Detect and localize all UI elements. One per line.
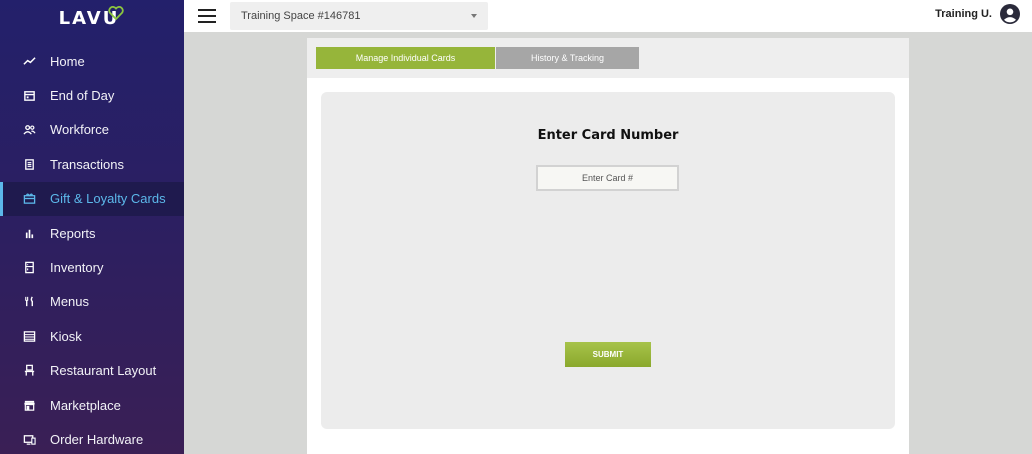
location-select[interactable]: Training Space #146781 [230, 2, 488, 30]
user-menu[interactable]: Training U. [935, 4, 1020, 24]
sidebar: LAVU Home End of Day Workforce Transacti… [0, 0, 184, 454]
storefront-icon [22, 398, 36, 412]
heart-icon [108, 6, 124, 20]
tab-bar: Manage Individual Cards History & Tracki… [307, 38, 909, 78]
fork-knife-icon [22, 295, 36, 309]
sidebar-item-inventory[interactable]: Inventory [0, 250, 184, 284]
sidebar-item-menus[interactable]: Menus [0, 285, 184, 319]
people-icon [22, 123, 36, 137]
tab-history-tracking[interactable]: History & Tracking [496, 47, 639, 69]
devices-icon [22, 432, 36, 446]
chair-icon [22, 364, 36, 378]
sidebar-item-label: Home [50, 53, 85, 69]
sidebar-item-restaurant-layout[interactable]: Restaurant Layout [0, 354, 184, 388]
receipt-icon [22, 157, 36, 171]
card-number-form: Enter Card Number SUBMIT [321, 92, 895, 429]
sidebar-item-label: Kiosk [50, 328, 82, 344]
sidebar-item-label: Inventory [50, 260, 104, 276]
sidebar-item-label: End of Day [50, 88, 115, 104]
sidebar-item-marketplace[interactable]: Marketplace [0, 388, 184, 422]
sidebar-item-label: Reports [50, 225, 96, 241]
sidebar-item-kiosk[interactable]: Kiosk [0, 319, 184, 353]
sidebar-item-label: Transactions [50, 156, 124, 172]
card-number-input[interactable] [536, 165, 679, 191]
hamburger-line [198, 15, 216, 17]
sidebar-item-home[interactable]: Home [0, 44, 184, 78]
sidebar-nav: Home End of Day Workforce Transactions G… [0, 44, 184, 454]
sidebar-item-workforce[interactable]: Workforce [0, 113, 184, 147]
gift-card-icon [22, 192, 36, 206]
hamburger-line [198, 21, 216, 23]
sidebar-item-label: Workforce [50, 122, 109, 138]
sidebar-item-end-of-day[interactable]: End of Day [0, 78, 184, 112]
kiosk-icon [22, 329, 36, 343]
user-avatar-icon [1000, 4, 1020, 24]
sidebar-item-label: Restaurant Layout [50, 363, 157, 379]
sidebar-item-label: Marketplace [50, 397, 121, 413]
tab-manage-individual-cards[interactable]: Manage Individual Cards [316, 47, 495, 69]
top-bar: Training Space #146781 Training U. [184, 0, 1032, 32]
hamburger-menu-icon[interactable] [198, 9, 216, 23]
sidebar-item-reports[interactable]: Reports [0, 216, 184, 250]
sidebar-item-label: Menus [50, 294, 90, 310]
user-name: Training U. [935, 8, 992, 20]
chevron-down-icon [471, 14, 477, 18]
submit-button[interactable]: SUBMIT [565, 342, 651, 367]
calendar-icon [22, 89, 36, 103]
sidebar-item-label: Order Hardware [50, 431, 144, 447]
gift-card-panel: Manage Individual Cards History & Tracki… [307, 38, 909, 454]
sidebar-item-transactions[interactable]: Transactions [0, 147, 184, 181]
trend-line-icon [22, 54, 36, 68]
sidebar-item-gift-loyalty-cards[interactable]: Gift & Loyalty Cards [0, 181, 184, 217]
sidebar-item-order-hardware[interactable]: Order Hardware [0, 422, 184, 454]
sidebar-item-label: Gift & Loyalty Cards [50, 191, 166, 207]
hamburger-line [198, 9, 216, 11]
bar-chart-icon [22, 226, 36, 240]
location-select-value: Training Space #146781 [241, 10, 361, 22]
inventory-icon [22, 261, 36, 275]
lavu-logo[interactable]: LAVU [0, 0, 184, 37]
form-title: Enter Card Number [537, 128, 679, 143]
